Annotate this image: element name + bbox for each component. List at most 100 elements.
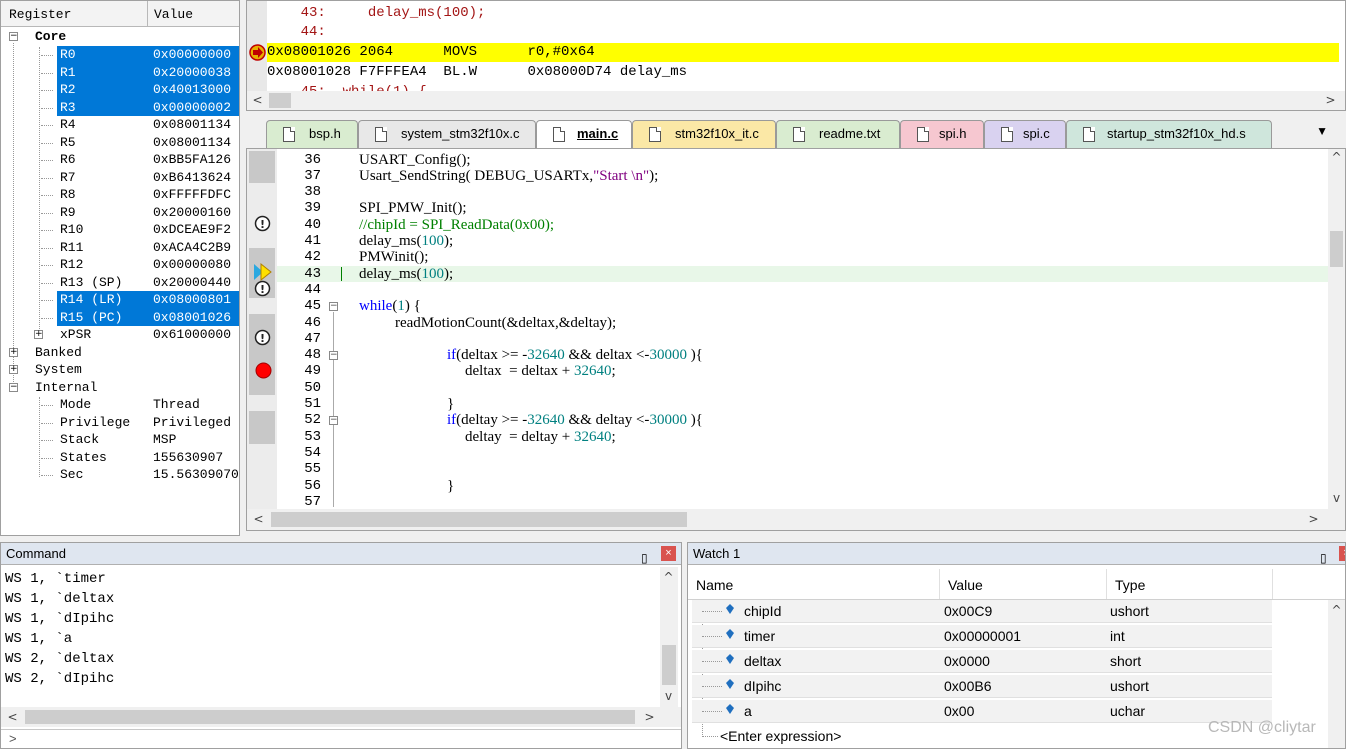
close-icon[interactable]: ×	[661, 546, 676, 561]
breakpoint-icon[interactable]	[255, 362, 272, 379]
fold-collapse-icon[interactable]: −	[329, 351, 338, 361]
register-row-xpsr[interactable]: + xPSR 0x61000000	[1, 326, 239, 344]
collapse-icon[interactable]: −	[9, 32, 18, 41]
code-line[interactable]: 51}	[277, 396, 1337, 412]
scroll-down-icon[interactable]: v	[660, 688, 677, 705]
register-row-r10[interactable]: R10 0xDCEAE9F2	[1, 221, 239, 239]
internal-row-mode[interactable]: Mode Thread	[1, 396, 239, 414]
register-row-r6[interactable]: R6 0xBB5FA126	[1, 151, 239, 169]
scroll-left-icon[interactable]: <	[249, 92, 266, 109]
tree-group-system[interactable]: + System	[1, 361, 239, 379]
register-row-r12[interactable]: R12 0x00000080	[1, 256, 239, 274]
register-row-r11[interactable]: R11 0xACA4C2B9	[1, 239, 239, 257]
close-icon[interactable]: ×	[1339, 546, 1345, 561]
pin-icon[interactable]: ▯	[1320, 547, 1327, 569]
register-row-r3[interactable]: R3 0x00000002	[1, 98, 239, 116]
editor-hscrollbar[interactable]: < >	[247, 509, 1345, 530]
register-row-lr[interactable]: R14 (LR) 0x08000801	[1, 291, 239, 309]
expand-icon[interactable]: +	[9, 365, 18, 374]
watch-row[interactable]: dIpihc 0x00B6 ushort	[688, 674, 1345, 699]
code-line[interactable]: 46 readMotionCount(&deltax,&deltay);	[277, 315, 1337, 331]
fold-collapse-icon[interactable]: −	[329, 416, 338, 426]
tab-readme-txt[interactable]: readme.txt	[776, 120, 900, 148]
enter-expression-placeholder[interactable]: <Enter expression>	[720, 724, 841, 748]
code-line[interactable]: 42 PMWinit();	[277, 249, 1337, 265]
disassembly-instruction-line[interactable]: 0x08001028 F7FFFEA4 BL.W 0x08000D74 dela…	[267, 63, 1339, 82]
fold-collapse-icon[interactable]: −	[329, 302, 338, 312]
code-line[interactable]: 38	[277, 184, 1337, 200]
value-column-header[interactable]: Value	[940, 569, 1107, 599]
code-line[interactable]: 54	[277, 445, 1337, 461]
watch-vscrollbar[interactable]: ^	[1328, 600, 1345, 748]
scroll-thumb[interactable]	[25, 710, 635, 724]
tab-system-stm32f10x-c[interactable]: system_stm32f10x.c	[358, 120, 536, 148]
tree-group-banked[interactable]: + Banked	[1, 344, 239, 362]
scroll-right-icon[interactable]: >	[1322, 92, 1339, 109]
code-line[interactable]: 37 Usart_SendString( DEBUG_USARTx,"Start …	[277, 168, 1337, 184]
internal-row-states[interactable]: States 155630907	[1, 449, 239, 467]
code-line[interactable]: 47	[277, 331, 1337, 347]
tab-spi-h[interactable]: spi.h	[900, 120, 984, 148]
expand-icon[interactable]: +	[9, 347, 18, 357]
disassembly-current-line[interactable]: 0x08001026 2064 MOVS r0,#0x64	[267, 43, 1339, 62]
code-line[interactable]: 41 delay_ms(100);	[277, 233, 1337, 249]
code-line[interactable]: 49 deltax = deltax + 32640;	[277, 363, 1337, 379]
register-row-r2[interactable]: R2 0x40013000	[1, 81, 239, 99]
register-row-r8[interactable]: R8 0xFFFFFDFC	[1, 186, 239, 204]
disassembly-hscrollbar[interactable]: < >	[247, 91, 1345, 110]
editor-vscrollbar[interactable]: ^ v	[1328, 149, 1345, 509]
code-line[interactable]: 55	[277, 461, 1337, 477]
collapse-icon[interactable]: −	[9, 382, 18, 392]
register-row-r4[interactable]: R4 0x08001134	[1, 116, 239, 134]
register-row-r5[interactable]: R5 0x08001134	[1, 134, 239, 152]
tree-group-core[interactable]: − Core	[1, 28, 239, 46]
scroll-thumb[interactable]	[662, 645, 676, 685]
code-line[interactable]: 56}	[277, 478, 1337, 494]
code-line[interactable]: 39 SPI_PMW_Init();	[277, 200, 1337, 216]
scroll-thumb[interactable]	[269, 93, 291, 108]
scroll-thumb[interactable]	[271, 512, 687, 527]
tab-stm32f10x-it-c[interactable]: stm32f10x_it.c	[632, 120, 776, 148]
pin-icon[interactable]: ▯	[641, 547, 648, 569]
command-hscrollbar[interactable]: < >	[1, 707, 681, 727]
code-editor[interactable]: ! ! ! 36 USART_Config(); 37 Usart_SendStri…	[246, 148, 1346, 531]
expand-icon[interactable]: +	[34, 330, 43, 339]
code-line[interactable]: 40//chipId = SPI_ReadData(0x00);	[277, 217, 1337, 233]
code-line[interactable]: 52− if(deltay >= -32640 && deltay <-30000…	[277, 412, 1337, 428]
code-line[interactable]: 44	[277, 282, 1337, 298]
watch-row[interactable]: deltax 0x0000 short	[688, 649, 1345, 674]
register-row-r7[interactable]: R7 0xB6413624	[1, 169, 239, 187]
internal-row-sec[interactable]: Sec 15.56309070	[1, 466, 239, 484]
code-line[interactable]: 57	[277, 494, 1337, 510]
register-column-header[interactable]: Register	[1, 1, 148, 26]
tab-startup-stm32f10x-hd-s[interactable]: startup_stm32f10x_hd.s	[1066, 120, 1272, 148]
scroll-down-icon[interactable]: v	[1328, 490, 1345, 507]
command-vscrollbar[interactable]: ^ v	[660, 567, 678, 707]
scroll-up-icon[interactable]: ^	[1328, 602, 1345, 619]
type-column-header[interactable]: Type	[1107, 569, 1273, 599]
scroll-up-icon[interactable]: ^	[660, 569, 677, 586]
scroll-thumb[interactable]	[1330, 231, 1343, 267]
tab-list-dropdown-icon[interactable]: ▼	[1316, 124, 1328, 138]
scroll-right-icon[interactable]: >	[641, 709, 658, 726]
code-line[interactable]: 53 deltay = deltay + 32640;	[277, 429, 1337, 445]
register-row-r1[interactable]: R1 0x20000038	[1, 63, 239, 81]
register-row-sp[interactable]: R13 (SP) 0x20000440	[1, 274, 239, 292]
tab-bsp-h[interactable]: bsp.h	[266, 120, 358, 148]
code-line[interactable]: 50	[277, 380, 1337, 396]
scroll-right-icon[interactable]: >	[1305, 511, 1322, 528]
code-line[interactable]: 48− if(deltax >= -32640 && deltax <-30000…	[277, 347, 1337, 363]
code-line[interactable]: 45− while(1) {	[277, 298, 1337, 314]
scroll-left-icon[interactable]: <	[250, 511, 267, 528]
value-column-header[interactable]: Value	[149, 1, 239, 26]
register-row-r9[interactable]: R9 0x20000160	[1, 204, 239, 222]
command-input[interactable]: >	[1, 729, 681, 748]
scroll-left-icon[interactable]: <	[4, 709, 21, 726]
tab-main-c[interactable]: main.c	[536, 120, 632, 148]
disassembly-source-line[interactable]: 43: delay_ms(100);	[267, 4, 1339, 23]
tree-group-internal[interactable]: − Internal	[1, 379, 239, 397]
register-row-r0[interactable]: R0 0x00000000	[1, 46, 239, 64]
watch-row[interactable]: chipId 0x00C9 ushort	[688, 599, 1345, 624]
code-line[interactable]: 36 USART_Config();	[277, 152, 1337, 168]
code-line-current[interactable]: 43 delay_ms(100);	[277, 265, 1337, 282]
